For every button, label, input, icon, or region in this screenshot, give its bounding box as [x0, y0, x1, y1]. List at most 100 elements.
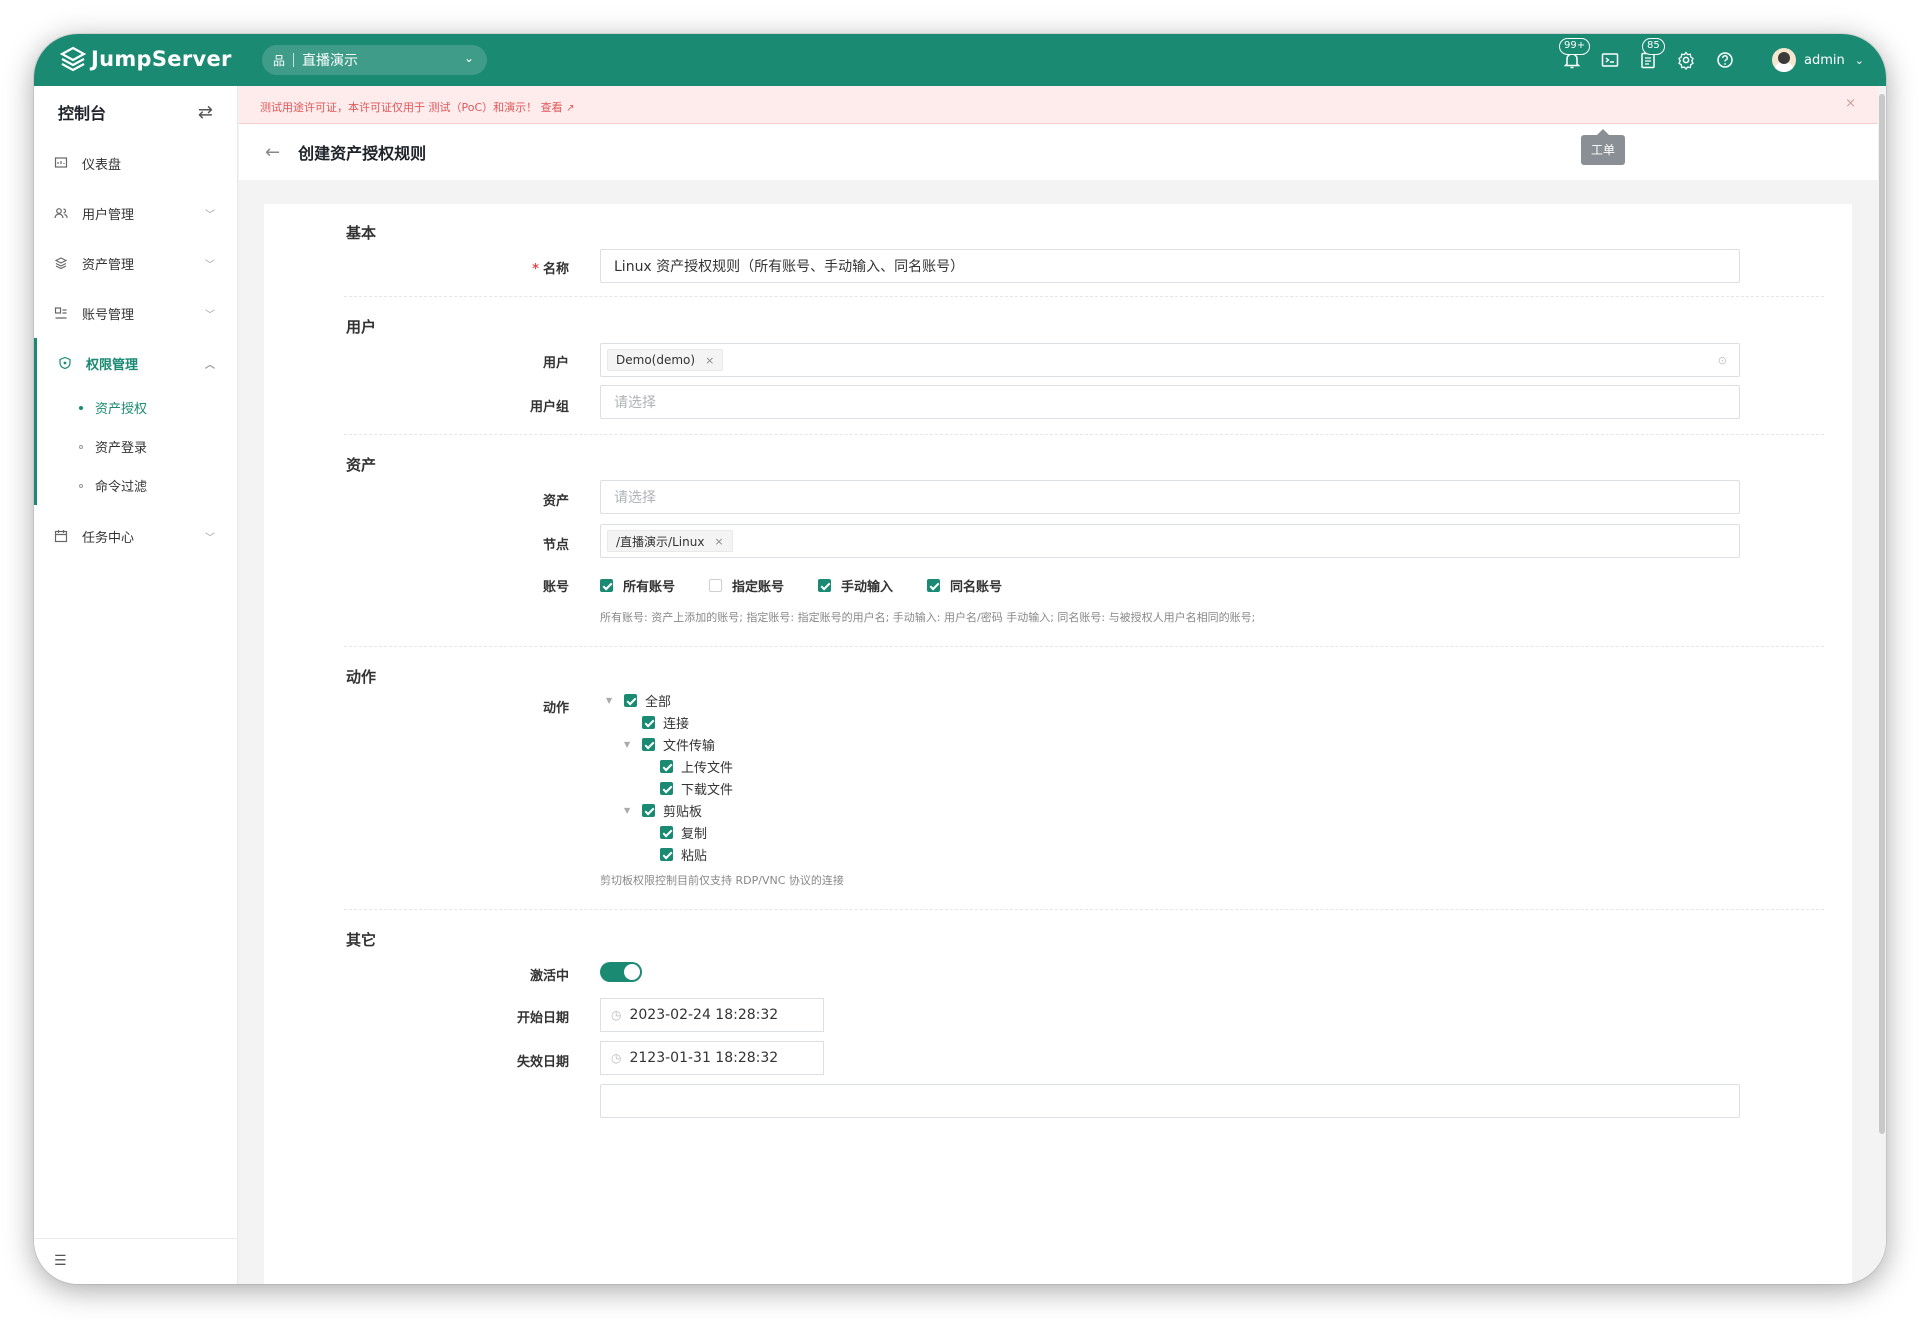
caret-down-icon[interactable]: ▼: [606, 696, 620, 705]
web-terminal-icon[interactable]: [1600, 50, 1620, 70]
user-tag-label: Demo(demo): [616, 353, 696, 367]
tree-node-download[interactable]: 下载文件: [642, 779, 733, 798]
account-option-specified[interactable]: 指定账号: [709, 576, 784, 595]
back-arrow-icon[interactable]: ←: [265, 142, 280, 163]
account-option-same-name[interactable]: 同名账号: [927, 576, 1002, 595]
asset-select[interactable]: 请选择: [600, 480, 1740, 514]
tree-node-file-transfer[interactable]: ▼ 文件传输: [624, 735, 715, 754]
page-title: 创建资产授权规则: [298, 144, 427, 163]
option-label: 同名账号: [950, 580, 1003, 595]
start-date-input[interactable]: ◷ 2023-02-24 18:28:32: [600, 998, 824, 1032]
tree-node-upload[interactable]: 上传文件: [642, 757, 733, 776]
checkbox[interactable]: [642, 804, 655, 817]
caret-down-icon[interactable]: ▼: [624, 806, 638, 815]
checkbox[interactable]: [660, 848, 673, 861]
divider: [344, 434, 1824, 435]
checkbox[interactable]: [660, 826, 673, 839]
assets-icon: [54, 256, 68, 270]
tree-node-connect[interactable]: 连接: [624, 713, 689, 732]
dashboard-icon: [54, 156, 68, 170]
checkbox[interactable]: [642, 716, 655, 729]
end-date-label: 失效日期: [516, 1055, 569, 1070]
clear-icon[interactable]: ⊙: [1718, 354, 1727, 367]
sidebar-item-label: 账号管理: [82, 307, 135, 323]
tree-node-paste[interactable]: 粘贴: [642, 845, 707, 864]
end-date-input[interactable]: ◷ 2123-01-31 18:28:32: [600, 1041, 824, 1075]
logo[interactable]: JumpServer: [59, 46, 232, 72]
user-menu[interactable]: admin ⌄: [1772, 48, 1864, 72]
active-switch[interactable]: [600, 962, 642, 982]
users-icon: [54, 206, 68, 220]
scrollbar[interactable]: [1878, 86, 1886, 1284]
actions-help-text: 剪切板权限控制目前仅支持 RDP/VNC 协议的连接: [600, 874, 844, 887]
checkbox[interactable]: [600, 579, 613, 592]
caret-down-icon[interactable]: ▼: [624, 740, 638, 749]
ticket-tooltip: 工单: [1581, 129, 1625, 165]
user-group-select[interactable]: 请选择: [600, 385, 1740, 419]
logo-text: JumpServer: [91, 47, 232, 71]
remove-tag-icon[interactable]: ×: [714, 535, 723, 548]
account-help-text: 所有账号: 资产上添加的账号; 指定账号: 指定账号的用户名; 手动输入: 用户…: [600, 611, 1256, 624]
checkbox[interactable]: [927, 579, 941, 592]
sidebar-item-label: 资产管理: [82, 257, 135, 273]
notification-badge: 99+: [1559, 38, 1591, 55]
remove-tag-icon[interactable]: ×: [705, 354, 714, 367]
name-label: * 名称: [532, 262, 569, 277]
sidebar-item-permissions[interactable]: 权限管理 ︿: [37, 338, 237, 388]
checkbox[interactable]: [709, 579, 723, 592]
organization-name: 直播演示: [302, 53, 359, 69]
accounts-icon: [54, 306, 68, 320]
node-tag-label: /直播演示/Linux: [616, 534, 705, 549]
sidebar-subitem-asset-permission[interactable]: 资产授权: [37, 388, 237, 427]
sidebar-item-task-center[interactable]: 任务中心 ﹀: [34, 511, 237, 561]
option-label: 所有账号: [623, 580, 676, 595]
tree-node-label: 上传文件: [681, 761, 734, 776]
collapse-sidebar-icon[interactable]: ☰: [34, 1238, 238, 1284]
sidebar-item-accounts[interactable]: 账号管理 ﹀: [34, 288, 237, 338]
asset-label: 资产: [542, 494, 569, 509]
tree-node-clipboard[interactable]: ▼ 剪贴板: [624, 801, 702, 820]
section-actions-title: 动作: [346, 668, 377, 686]
help-icon[interactable]: [1715, 50, 1735, 70]
node-select[interactable]: /直播演示/Linux ×: [600, 524, 1740, 558]
scrollbar-thumb[interactable]: [1879, 94, 1885, 1134]
sidebar-subitem-command-filter[interactable]: 命令过滤: [37, 466, 237, 505]
checkbox[interactable]: [660, 782, 673, 795]
tree-node-copy[interactable]: 复制: [642, 823, 707, 842]
next-field-input[interactable]: [600, 1084, 1740, 1118]
ticket-icon[interactable]: 85: [1638, 38, 1665, 70]
sidebar-item-assets[interactable]: 资产管理 ﹀: [34, 238, 237, 288]
account-option-manual[interactable]: 手动输入: [818, 576, 893, 595]
sidebar-header: 控制台 ⇄: [34, 86, 237, 138]
sidebar-item-users[interactable]: 用户管理 ﹀: [34, 188, 237, 238]
section-other-title: 其它: [346, 931, 377, 949]
close-icon[interactable]: ×: [1845, 96, 1856, 111]
switch-view-icon[interactable]: ⇄: [198, 102, 213, 123]
account-options: 所有账号 指定账号 手动输入 同名账号: [600, 576, 1036, 595]
sidebar-item-dashboard[interactable]: 仪表盘: [34, 138, 237, 188]
option-label: 指定账号: [732, 580, 785, 595]
user-tag: Demo(demo) ×: [607, 349, 724, 371]
checkbox[interactable]: [660, 760, 673, 773]
end-date-value: 2123-01-31 18:28:32: [629, 1050, 779, 1066]
external-link-icon[interactable]: ↗: [566, 103, 574, 114]
divider: [344, 646, 1824, 647]
tree-node-all[interactable]: ▼ 全部: [606, 691, 671, 710]
sidebar-subitem-asset-login[interactable]: 资产登录: [37, 427, 237, 466]
account-option-all[interactable]: 所有账号: [600, 576, 675, 595]
settings-gear-icon[interactable]: [1676, 50, 1696, 71]
checkbox[interactable]: [818, 579, 832, 592]
checkbox[interactable]: [642, 738, 655, 751]
node-label: 节点: [542, 538, 569, 553]
notification-bell-icon[interactable]: 99+: [1559, 38, 1591, 70]
section-basic-title: 基本: [346, 224, 377, 242]
top-bar: JumpServer 品 直播演示 ⌄ 99+ 85 admin ⌄: [34, 34, 1886, 86]
user-select[interactable]: Demo(demo) × ⊙: [600, 343, 1740, 377]
organization-select[interactable]: 品 直播演示 ⌄: [262, 45, 487, 75]
avatar: [1772, 48, 1797, 72]
start-date-value: 2023-02-24 18:28:32: [629, 1007, 779, 1023]
tree-node-label: 下载文件: [681, 783, 734, 798]
name-input[interactable]: Linux 资产授权规则（所有账号、手动输入、同名账号）: [600, 249, 1740, 283]
checkbox[interactable]: [624, 694, 637, 707]
chevron-down-icon: ﹀: [205, 532, 215, 544]
